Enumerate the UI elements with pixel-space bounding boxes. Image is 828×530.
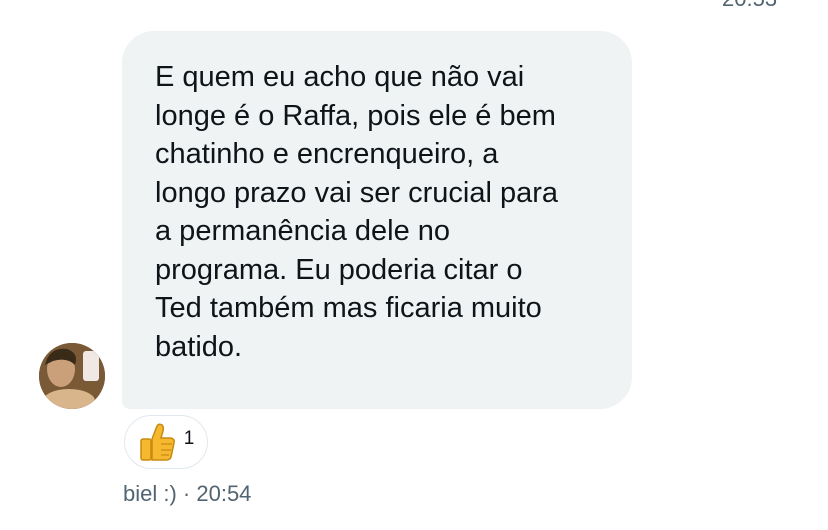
message-text: E quem eu acho que não vai longe é o Raf… (155, 61, 558, 363)
reaction-count: 1 (183, 428, 195, 449)
previous-message-timestamp: 20:53 (722, 0, 777, 12)
message-meta: biel :) · 20:54 (123, 481, 251, 507)
reaction-pill[interactable]: 1 (124, 415, 208, 469)
message-time: 20:54 (196, 481, 252, 506)
message-bubble[interactable]: E quem eu acho que não vai longe é o Raf… (122, 31, 632, 409)
sender-name: biel :) (123, 481, 177, 506)
meta-separator: · (176, 481, 197, 506)
sender-avatar[interactable] (39, 343, 105, 409)
thumbs-up-icon (139, 423, 175, 461)
